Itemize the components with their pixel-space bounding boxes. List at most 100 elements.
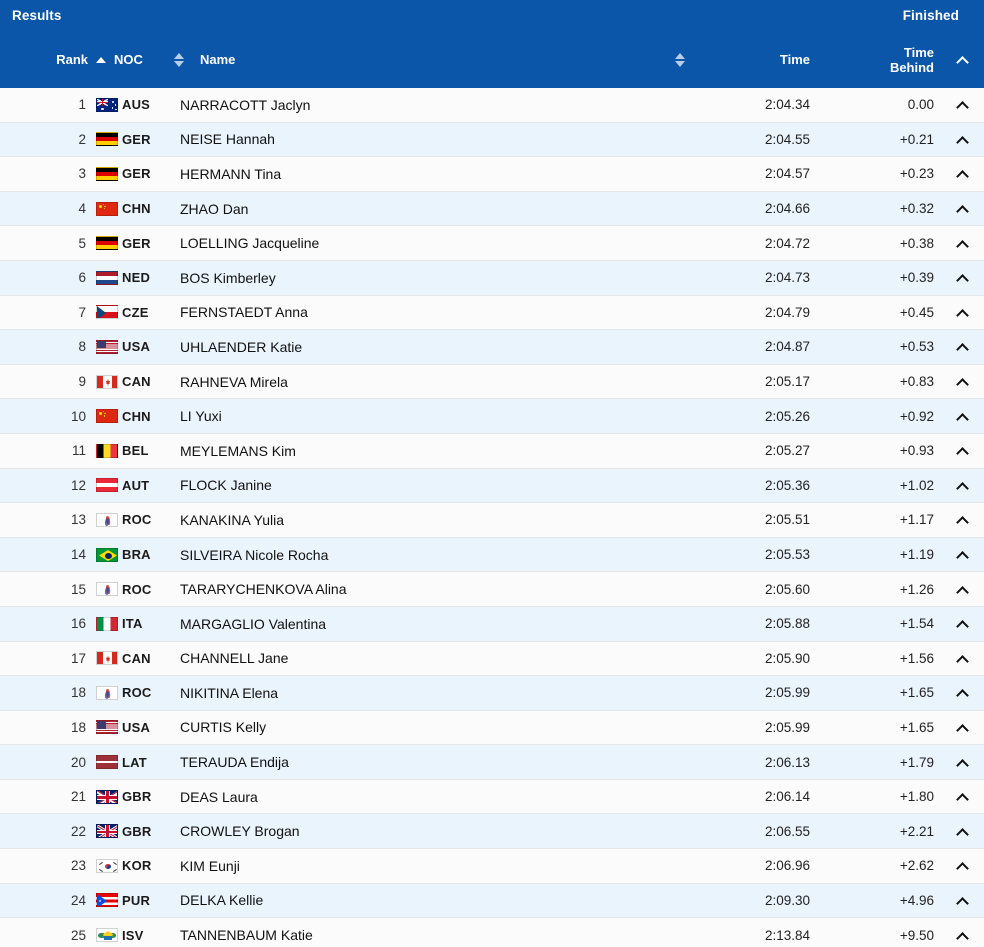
column-header-rank[interactable]: Rank [0,52,88,67]
row-expand-button[interactable] [940,204,984,218]
row-expand-button[interactable] [940,861,984,876]
table-row[interactable]: 11 BEL MEYLEMANS Kim 2:05.27 +0.93 [0,433,984,469]
cell-athlete-name[interactable]: BOS Kimberley [166,270,660,286]
table-row[interactable]: 24 PUR DELKA Kellie 2:09.30 +4.96 [0,883,984,919]
cell-athlete-name[interactable]: FLOCK Janine [166,477,660,493]
row-expand-button[interactable] [940,585,984,599]
cell-time: 2:05.36 [764,477,810,493]
cell-athlete-name[interactable]: UHLAENDER Katie [166,339,660,355]
cell-noc: GBR [88,824,166,839]
table-row[interactable]: 25 ISV TANNENBAUM Katie 2:13.84 +9.50 [0,918,984,947]
cell-rank: 4 [78,201,86,217]
row-expand-button[interactable] [940,135,984,149]
row-expand-button[interactable] [940,308,984,322]
cell-athlete-name[interactable]: NEISE Hannah [166,131,660,147]
cell-athlete-name[interactable]: NIKITINA Elena [166,685,660,701]
table-row[interactable]: 20 LAT TERAUDA Endija 2:06.13 +1.79 [0,745,984,780]
cell-athlete-name[interactable]: ZHAO Dan [166,201,660,217]
column-header-noc[interactable]: NOC [114,52,166,67]
row-expand-button[interactable] [940,550,984,564]
table-row[interactable]: 4 CHN ZHAO Dan 2:04.66 +0.32 [0,191,984,227]
column-header-time-behind[interactable]: Time Behind [828,45,940,75]
row-expand-button[interactable] [940,654,984,668]
table-row[interactable]: 3 GER HERMANN Tina 2:04.57 +0.23 [0,157,984,192]
cell-athlete-name[interactable]: MARGAGLIO Valentina [166,616,660,632]
row-expand-button[interactable] [940,931,984,945]
table-row[interactable]: 9 CAN RAHNEVA Mirela 2:05.17 +0.83 [0,364,984,400]
row-expand-button[interactable] [940,239,984,253]
cell-athlete-name[interactable]: SILVEIRA Nicole Rocha [166,547,660,563]
cell-athlete-name[interactable]: KANAKINA Yulia [166,512,660,528]
table-row[interactable]: 6 NED BOS Kimberley 2:04.73 +0.39 [0,260,984,296]
table-row[interactable]: 12 AUT FLOCK Janine 2:05.36 +1.02 [0,468,984,504]
chevron-up-icon [955,827,969,841]
cell-athlete-name[interactable]: MEYLEMANS Kim [166,443,660,459]
cell-athlete-name[interactable]: DEAS Laura [166,789,660,805]
cell-athlete-name[interactable]: LOELLING Jacqueline [166,235,660,251]
row-expand-button[interactable] [940,446,984,461]
column-header-name[interactable]: Name [192,52,660,67]
table-row[interactable]: 18 ROC NIKITINA Elena 2:05.99 +1.65 [0,676,984,711]
row-expand-button[interactable] [940,896,984,910]
row-expand-button[interactable] [940,481,984,495]
cell-athlete-name[interactable]: CHANNELL Jane [166,650,660,666]
cell-athlete-name[interactable]: CURTIS Kelly [166,719,660,735]
flag-icon-isv [96,928,118,943]
cell-athlete-name[interactable]: KIM Eunji [166,858,660,874]
cell-athlete-name[interactable]: TANNENBAUM Katie [166,927,660,943]
table-row[interactable]: 1 AUS NARRACOTT Jaclyn 2:04.34 0.00 [0,88,984,123]
table-row[interactable]: 5 GER LOELLING Jacqueline 2:04.72 +0.38 [0,226,984,261]
cell-rank: 7 [78,304,86,320]
cell-athlete-name[interactable]: HERMANN Tina [166,166,660,182]
table-row[interactable]: 16 ITA MARGAGLIO Valentina 2:05.88 +1.54 [0,606,984,642]
flag-icon-chn [96,409,118,424]
row-expand-button[interactable] [940,342,984,357]
cell-athlete-name[interactable]: RAHNEVA Mirela [166,374,660,390]
collapse-all-button[interactable] [940,55,984,69]
cell-rank: 3 [78,166,86,182]
row-expand-button[interactable] [940,515,984,530]
cell-athlete-name[interactable]: DELKA Kellie [166,892,660,908]
table-row[interactable]: 7 CZE FERNSTAEDT Anna 2:04.79 +0.45 [0,295,984,331]
cell-noc: ISV [88,928,166,943]
row-expand-button[interactable] [940,619,984,634]
sort-control-name[interactable] [660,52,700,67]
cell-athlete-name[interactable]: TERAUDA Endija [166,754,660,770]
column-header-time[interactable]: Time [700,52,828,67]
cell-rank: 5 [78,235,86,251]
row-expand-button[interactable] [940,827,984,841]
row-expand-button[interactable] [940,758,984,772]
cell-time-behind: +0.32 [899,201,934,217]
row-expand-button[interactable] [940,688,984,703]
row-expand-button[interactable] [940,169,984,184]
table-row[interactable]: 10 CHN LI Yuxi 2:05.26 +0.92 [0,399,984,434]
table-row[interactable]: 2 GER NEISE Hannah 2:04.55 +0.21 [0,122,984,158]
table-row[interactable]: 14 BRA SILVEIRA Nicole Rocha 2:05.53 +1.19 [0,537,984,573]
cell-athlete-name[interactable]: LI Yuxi [166,408,660,424]
cell-time-behind: +0.38 [899,235,934,251]
noc-code-label: ROC [122,512,152,528]
table-row[interactable]: 17 CAN CHANNELL Jane 2:05.90 +1.56 [0,641,984,677]
table-row[interactable]: 18 USA CURTIS Kelly 2:05.99 +1.65 [0,710,984,746]
row-expand-button[interactable] [940,412,984,426]
table-row[interactable]: 23 KOR KIM Eunji 2:06.96 +2.62 [0,849,984,884]
table-row[interactable]: 13 ROC KANAKINA Yulia 2:05.51 +1.17 [0,503,984,538]
row-expand-button[interactable] [940,273,984,288]
row-expand-button[interactable] [940,377,984,391]
cell-athlete-name[interactable]: CROWLEY Brogan [166,823,660,839]
cell-athlete-name[interactable]: NARRACOTT Jaclyn [166,97,660,113]
table-row[interactable]: 21 GBR DEAS Laura 2:06.14 +1.80 [0,779,984,815]
results-header-top-bar: Results Finished [0,0,984,31]
cell-athlete-name[interactable]: FERNSTAEDT Anna [166,304,660,320]
sort-control-noc[interactable] [166,52,192,67]
row-expand-button[interactable] [940,723,984,737]
sort-control-rank[interactable] [88,56,114,63]
row-expand-button[interactable] [940,792,984,807]
cell-time: 2:09.30 [764,892,810,908]
table-row[interactable]: 15 ROC TARARYCHENKOVA Alina 2:05.60 +1.26 [0,572,984,607]
cell-athlete-name[interactable]: TARARYCHENKOVA Alina [166,581,660,597]
table-row[interactable]: 8 USA UHLAENDER Katie 2:04.87 +0.53 [0,330,984,365]
chevron-up-icon [955,620,969,634]
table-row[interactable]: 22 GBR CROWLEY Brogan 2:06.55 +2.21 [0,814,984,850]
row-expand-button[interactable] [940,100,984,115]
